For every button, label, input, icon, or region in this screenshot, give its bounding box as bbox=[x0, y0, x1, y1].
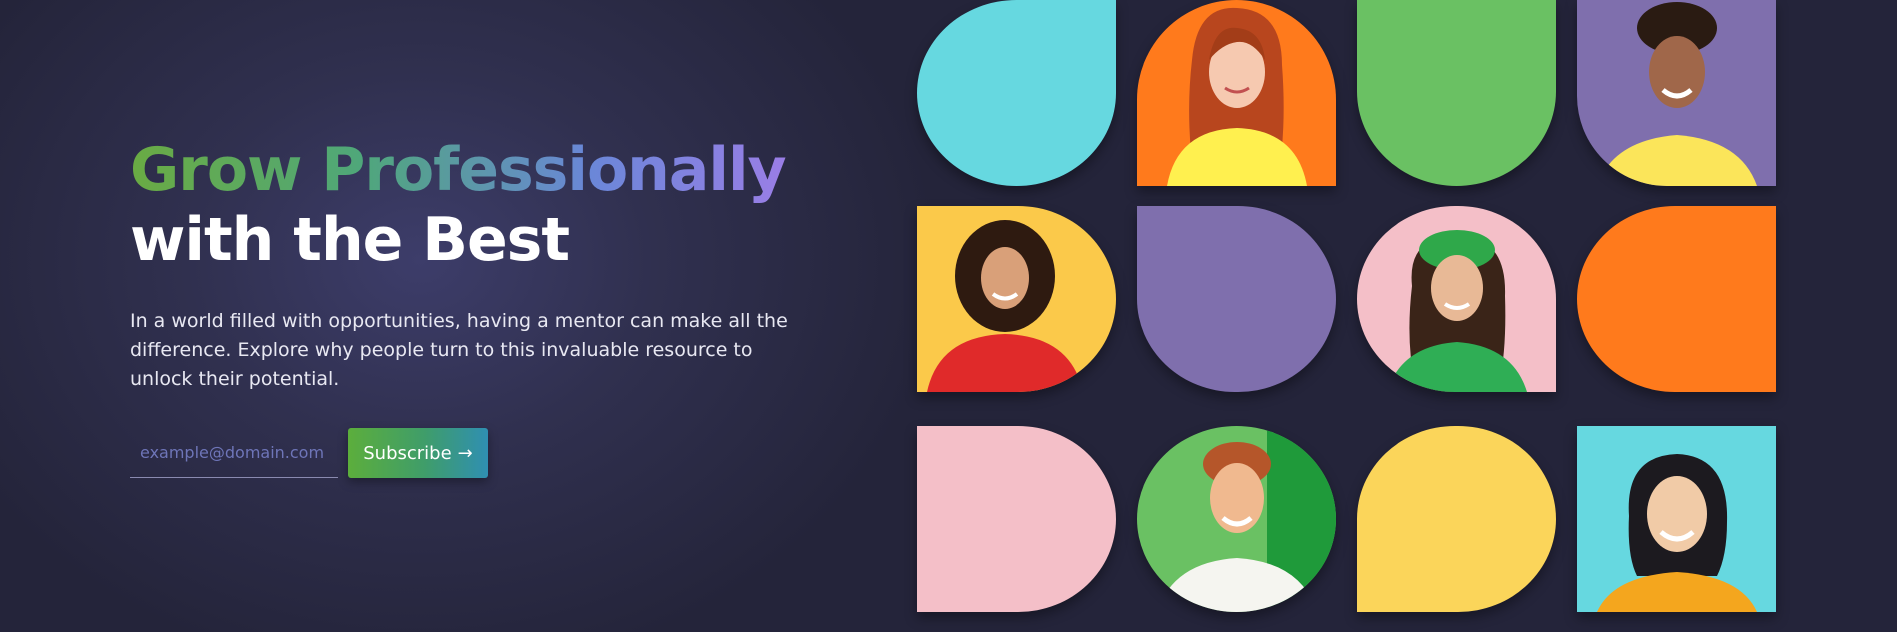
hero-section: Grow Professionally with the Best In a w… bbox=[130, 135, 830, 478]
tile-yellow bbox=[1357, 426, 1556, 612]
email-input[interactable] bbox=[130, 428, 338, 478]
tile-portrait-redhead-woman bbox=[1137, 0, 1336, 186]
tile-portrait-curly-man bbox=[1577, 0, 1776, 186]
headline-line-gradient: Grow Professionally bbox=[130, 135, 787, 205]
subscribe-form: Subscribe → bbox=[130, 428, 830, 478]
tile-portrait-ginger-man bbox=[1137, 426, 1336, 612]
tile-portrait-beret-woman bbox=[1357, 206, 1556, 392]
hero-headline: Grow Professionally with the Best bbox=[130, 135, 830, 275]
subscribe-button[interactable]: Subscribe → bbox=[348, 428, 488, 478]
hero-description: In a world filled with opportunities, ha… bbox=[130, 310, 788, 390]
subscribe-button-label: Subscribe bbox=[363, 442, 452, 464]
tile-green bbox=[1357, 0, 1556, 186]
tile-orange bbox=[1577, 206, 1776, 392]
tile-portrait-smiling-woman bbox=[1577, 426, 1776, 612]
portrait-redhead-woman-image bbox=[1167, 7, 1307, 186]
mentor-tile-grid bbox=[917, 0, 1777, 632]
portrait-beret-woman-image bbox=[1387, 230, 1527, 392]
tile-portrait-curly-woman bbox=[917, 206, 1116, 392]
portrait-ginger-man-image bbox=[1157, 426, 1336, 612]
headline-line-white: with the Best bbox=[130, 205, 570, 275]
portrait-curly-woman-image bbox=[927, 220, 1083, 392]
tile-purple bbox=[1137, 206, 1336, 392]
tile-cyan bbox=[917, 0, 1116, 186]
portrait-smiling-woman-image bbox=[1597, 454, 1757, 612]
arrow-right-icon: → bbox=[457, 442, 473, 464]
tile-pink bbox=[917, 426, 1116, 612]
portrait-curly-man-image bbox=[1597, 2, 1757, 186]
